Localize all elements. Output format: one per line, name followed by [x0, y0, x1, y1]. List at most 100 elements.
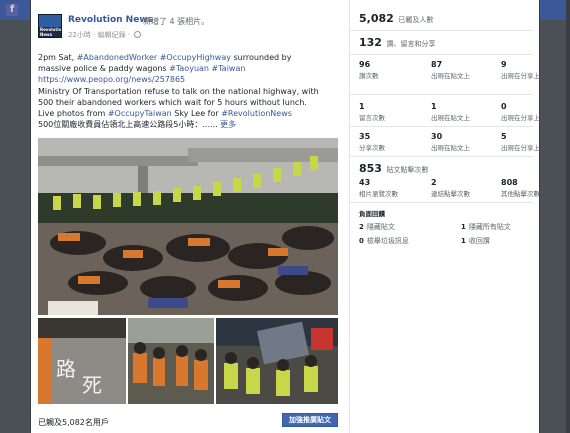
- photo-crowd-orange[interactable]: [128, 318, 214, 404]
- negative-report-spam: 0 檢舉垃圾訊息: [359, 236, 409, 246]
- boost-post-button[interactable]: 加強推廣貼文: [282, 413, 338, 427]
- page-avatar[interactable]: Revolution News: [38, 14, 62, 38]
- stat-value: 1: [431, 102, 437, 111]
- stat-label: 收回讚: [468, 237, 490, 245]
- post-text-link[interactable]: https://www.peopo.org/news/257865: [38, 75, 185, 84]
- stat-label: 出現在分享上: [501, 144, 540, 152]
- engagement-stat: 132 讚、留言和分享: [359, 36, 533, 49]
- clicks-label: 貼文點擊次數: [386, 166, 429, 174]
- shares-on-post: 30 出現在貼文上: [431, 132, 491, 152]
- post-text-segment: Sky Lee for: [171, 109, 222, 119]
- svg-text:死: 死: [82, 373, 102, 397]
- post-text-line: Ministry Of Transportation refuse to tal…: [38, 86, 338, 97]
- comments-on-post: 1 出現在貼文上: [431, 102, 491, 122]
- post-action-text: 新增了 4 張相片。: [143, 17, 210, 26]
- post-text-segment: massive police & paddy wagons: [38, 64, 170, 74]
- likes-row: 96 讚次數 87 出現在貼文上 9 出現在分享上: [359, 60, 540, 84]
- post-header: Revolution News Revolution News 新增了 4 張相…: [38, 12, 342, 48]
- avatar-logo-text: Revolution News: [40, 27, 62, 37]
- link-clicks: 2 連結點擊次數: [431, 178, 491, 198]
- clicks-breakdown-row: 43 相片瀏覽次數 2 連結點擊次數 808 其他點擊次數: [359, 178, 540, 202]
- post-text-segment: Live photos from: [38, 109, 108, 119]
- shares-total: 35 分享次數: [359, 132, 419, 152]
- stat-value: 5: [501, 132, 507, 141]
- engagement-value: 132: [359, 36, 382, 49]
- photo-road-writing[interactable]: 路 死: [38, 318, 126, 404]
- facebook-logo-icon[interactable]: f: [6, 4, 18, 16]
- post-insights-dialog: Revolution News Revolution News 新增了 4 張相…: [30, 0, 540, 433]
- comments-on-shares: 0 出現在分享上: [501, 102, 561, 122]
- stat-label: 出現在分享上: [501, 114, 540, 122]
- stat-value: 2: [359, 223, 364, 231]
- negative-feedback-heading: 負面回饋: [359, 210, 385, 218]
- photo-crowd-orange-image: [128, 318, 214, 404]
- post-text-segment: 500位關廠收費員佔領北上高速公路段5小時：......: [38, 120, 221, 130]
- stat-value: 96: [359, 60, 371, 69]
- post-body-text: 2pm Sat, #AbandonedWorker #OccupyHighway…: [38, 52, 338, 130]
- edit-history-link[interactable]: 編輯紀錄: [98, 31, 126, 39]
- stat-label: 連結點擊次數: [431, 190, 470, 198]
- avatar-background: [39, 15, 61, 27]
- post-text-segment: 2pm Sat,: [38, 53, 77, 62]
- stat-value: 2: [431, 178, 437, 187]
- shares-on-shares: 5 出現在分享上: [501, 132, 561, 152]
- comments-total: 1 留言次數: [359, 102, 419, 122]
- post-text-line: massive police & paddy wagons #Taoyuan #…: [38, 63, 338, 74]
- stat-value: 43: [359, 178, 371, 187]
- stat-label: 隱藏貼文: [366, 223, 395, 231]
- post-text-line: 500位關廠收費員佔領北上高速公路段5小時：...... 更多: [38, 119, 338, 130]
- stat-label: 留言次數: [359, 114, 385, 122]
- post-meta: 22小時 · 編輯紀錄 ·: [68, 30, 142, 40]
- divider: [349, 126, 533, 127]
- stat-label: 分享次數: [359, 144, 385, 152]
- post-text-line: https://www.peopo.org/news/257865: [38, 74, 338, 85]
- post-time[interactable]: 22小時: [68, 31, 91, 39]
- stat-value: 1: [461, 223, 466, 231]
- scrollbar[interactable]: [566, 0, 570, 433]
- post-text-link[interactable]: #Taoyuan: [169, 64, 209, 73]
- post-text-line: Live photos from #OccupyTaiwan Sky Lee f…: [38, 108, 338, 119]
- photo-police-van-image: [216, 318, 338, 404]
- reach-value: 5,082: [359, 12, 394, 25]
- negative-hide-all: 1 隱藏所有貼文: [461, 222, 511, 232]
- stat-value: 0: [501, 102, 507, 111]
- post-text-link[interactable]: #Taiwan: [212, 64, 246, 73]
- photo-protest-highway[interactable]: [38, 138, 338, 315]
- divider: [349, 30, 533, 31]
- column-divider: [349, 0, 350, 433]
- other-clicks: 808 其他點擊次數: [501, 178, 561, 198]
- clicks-value: 853: [359, 162, 382, 175]
- reach-label: 已觸及人數: [398, 16, 434, 24]
- post-text-link[interactable]: 更多: [220, 120, 236, 129]
- stat-label: 出現在貼文上: [431, 144, 470, 152]
- stat-label: 出現在貼文上: [431, 72, 470, 80]
- post-column: Revolution News Revolution News 新增了 4 張相…: [38, 12, 342, 433]
- post-text-line: 500 their abandoned workers which wait f…: [38, 97, 338, 108]
- globe-icon: [134, 31, 142, 38]
- post-text-link[interactable]: #RevolutionNews: [221, 109, 292, 118]
- divider: [349, 54, 533, 55]
- photo-views: 43 相片瀏覽次數: [359, 178, 419, 198]
- negative-feedback-title: 負面回饋: [359, 208, 533, 218]
- post-text-segment: Ministry Of Transportation refuse to tal…: [38, 86, 319, 96]
- photo-road-writing-image: 路 死: [38, 318, 126, 404]
- comments-row: 1 留言次數 1 出現在貼文上 0 出現在分享上: [359, 102, 540, 126]
- photo-protest-highway-image: [38, 138, 338, 315]
- stat-label: 其他點擊次數: [501, 190, 540, 198]
- photo-police-van[interactable]: [216, 318, 338, 404]
- stat-value: 35: [359, 132, 371, 141]
- likes-total: 96 讚次數: [359, 60, 419, 80]
- post-text-link[interactable]: #AbandonedWorker: [77, 53, 157, 62]
- post-text-link[interactable]: #OccupyTaiwan: [108, 109, 172, 118]
- stat-label: 隱藏所有貼文: [468, 223, 511, 231]
- page-name-link[interactable]: Revolution News: [68, 15, 153, 25]
- post-text-link[interactable]: #OccupyHighway: [160, 53, 231, 62]
- post-footer: 已觸及5,082名用戶 加強推廣貼文: [38, 413, 338, 433]
- negative-hide-post: 2 隱藏貼文: [359, 222, 395, 232]
- stat-value: 30: [431, 132, 443, 141]
- negative-unlike: 1 收回讚: [461, 236, 490, 246]
- stat-label: 出現在貼文上: [431, 114, 470, 122]
- stat-label: 相片瀏覽次數: [359, 190, 398, 198]
- post-reach-text: 已觸及5,082名用戶: [38, 418, 109, 427]
- divider: [349, 156, 533, 157]
